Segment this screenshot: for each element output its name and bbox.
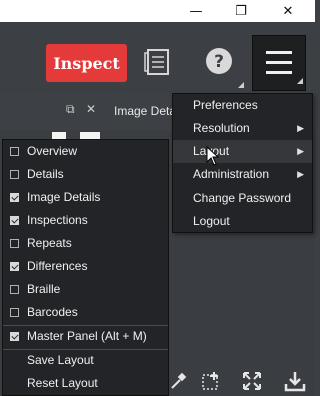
layout-item-label: Repeats xyxy=(27,236,72,250)
menu-item-administration[interactable]: Administration ▶ xyxy=(173,163,312,186)
layout-item-label: Details xyxy=(27,167,64,181)
checkbox-checked-icon xyxy=(10,262,19,271)
checkbox-icon xyxy=(10,239,19,248)
submenu-arrow-icon: ▶ xyxy=(297,123,304,133)
menu-item-logout[interactable]: Logout xyxy=(173,210,312,233)
layout-item-inspections[interactable]: Inspections xyxy=(3,209,168,232)
close-window-button[interactable]: ✕ xyxy=(268,0,308,22)
minimize-button[interactable]: — xyxy=(176,0,216,22)
download-icon[interactable] xyxy=(284,370,306,392)
layout-submenu: Overview Details Image Details Inspectio… xyxy=(2,139,169,396)
checkbox-icon xyxy=(10,308,19,317)
layout-item-master-panel[interactable]: Master Panel (Alt + M) xyxy=(3,325,168,348)
layout-item-differences[interactable]: Differences xyxy=(3,255,168,278)
save-layout-button[interactable]: Save Layout xyxy=(3,349,168,372)
checkbox-checked-icon xyxy=(10,332,19,341)
main-menu-button[interactable] xyxy=(252,35,306,91)
checkbox-checked-icon xyxy=(10,216,19,225)
layout-item-barcodes[interactable]: Barcodes xyxy=(3,301,168,324)
mouse-cursor-icon xyxy=(206,146,220,166)
menu-item-label: Administration xyxy=(193,167,270,181)
toolbar: Inspect ? xyxy=(0,22,315,92)
menu-item-label: Logout xyxy=(193,214,230,228)
layout-item-overview[interactable]: Overview xyxy=(3,140,168,163)
checkbox-icon xyxy=(10,285,19,294)
menu-item-change-password[interactable]: Change Password xyxy=(173,187,312,210)
menu-item-label: Preferences xyxy=(193,98,258,112)
restore-button[interactable]: ❐ xyxy=(221,0,261,22)
checkbox-icon xyxy=(10,147,19,156)
layout-item-label: Inspections xyxy=(27,213,88,227)
layout-item-label: Differences xyxy=(27,259,88,273)
layout-item-label: Image Details xyxy=(27,190,101,204)
menu-item-label: Change Password xyxy=(193,191,292,205)
crop-add-icon[interactable] xyxy=(200,370,222,392)
checkbox-icon xyxy=(10,170,19,179)
checkbox-checked-icon xyxy=(10,193,19,202)
minimize-icon: — xyxy=(189,3,203,19)
document-icon xyxy=(144,49,169,75)
hamburger-menu-icon xyxy=(266,51,303,84)
document-button[interactable] xyxy=(142,45,174,79)
reset-layout-label: Reset Layout xyxy=(27,376,98,390)
svg-text:?: ? xyxy=(214,52,224,72)
layout-item-label: Master Panel (Alt + M) xyxy=(27,329,147,343)
inspect-button[interactable]: Inspect xyxy=(46,44,127,82)
restore-icon: ❐ xyxy=(235,3,247,19)
save-layout-label: Save Layout xyxy=(27,353,94,367)
submenu-arrow-icon: ▶ xyxy=(297,169,304,179)
layout-item-label: Braille xyxy=(27,282,61,296)
submenu-arrow-icon: ▶ xyxy=(297,146,304,156)
layout-item-label: Overview xyxy=(27,144,78,158)
menu-item-resolution[interactable]: Resolution ▶ xyxy=(173,117,312,140)
main-menu: Preferences Resolution ▶ Layout▶ Administ… xyxy=(172,93,313,233)
menu-item-layout[interactable]: Layout▶ xyxy=(173,140,312,163)
help-icon: ? xyxy=(206,48,232,74)
help-dropdown-corner-icon xyxy=(238,82,244,88)
float-panel-icon[interactable]: ⧉ xyxy=(66,102,75,117)
layout-item-details[interactable]: Details xyxy=(3,163,168,186)
menu-item-preferences[interactable]: Preferences xyxy=(173,94,312,117)
close-icon: ✕ xyxy=(282,3,294,19)
help-button[interactable]: ? xyxy=(202,44,236,78)
window-titlebar: — ❐ ✕ xyxy=(0,0,315,22)
layout-item-image-details[interactable]: Image Details xyxy=(3,186,168,209)
fit-screen-icon[interactable] xyxy=(241,370,263,392)
menu-item-label: Resolution xyxy=(193,121,250,135)
layout-item-braille[interactable]: Braille xyxy=(3,278,168,301)
close-panel-icon[interactable]: ✕ xyxy=(86,102,96,116)
reset-layout-button[interactable]: Reset Layout xyxy=(3,372,168,395)
layout-item-repeats[interactable]: Repeats xyxy=(3,232,168,255)
layout-item-label: Barcodes xyxy=(27,305,78,319)
pin-icon[interactable] xyxy=(168,370,190,392)
panel-title: Image Deta xyxy=(114,104,177,118)
